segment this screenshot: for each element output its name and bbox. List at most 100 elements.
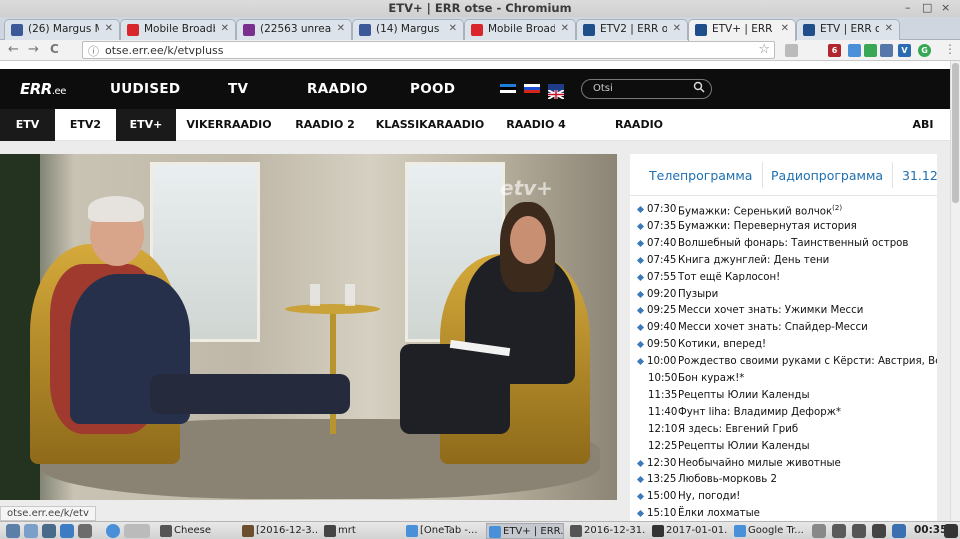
nav-raadio[interactable]: RAADIO — [307, 81, 368, 97]
schedule-title[interactable]: Любовь-морковь 2 — [678, 474, 777, 485]
browser-tab[interactable]: (14) Margus M ✕ — [352, 19, 464, 40]
subnav-abi[interactable]: ABI — [904, 109, 942, 141]
tray-icon[interactable] — [832, 524, 846, 538]
launcher-icon[interactable] — [78, 524, 92, 538]
schedule-row[interactable]: 07:45 Книга джунглей: День тени — [630, 253, 937, 270]
uk-flag-icon[interactable] — [547, 84, 565, 100]
schedule-title[interactable]: Рецепты Юлии Календы — [678, 390, 809, 401]
site-info-icon[interactable]: ⓘ — [88, 43, 99, 59]
close-tab-icon[interactable]: ✕ — [449, 23, 457, 34]
schedule-row[interactable]: 10:50 Бон кураж!* — [630, 371, 937, 388]
schedule-row[interactable]: 09:40 Месси хочет знать: Спайдер-Месси — [630, 320, 937, 337]
search-input[interactable]: Otsi — [581, 79, 712, 99]
page-scrollbar[interactable] — [950, 61, 960, 521]
schedule-row[interactable]: 09:25 Месси хочет знать: Ужимки Месси — [630, 303, 937, 320]
close-tab-icon[interactable]: ✕ — [781, 23, 789, 34]
subnav-vikerraadio[interactable]: VIKERRAADIO — [176, 109, 282, 141]
schedule-title[interactable]: Книга джунглей: День тени — [678, 255, 829, 266]
estonian-flag-icon[interactable] — [500, 84, 516, 93]
schedule-row[interactable]: 15:00 Ну, погоди! — [630, 489, 937, 506]
err-logo[interactable]: ERR.ee — [20, 80, 66, 98]
schedule-row[interactable]: 09:20 Пузыри — [630, 287, 937, 304]
tab-radio-program[interactable]: Радиопрограмма — [771, 168, 883, 183]
subnav-raadio4[interactable]: RAADIO 4 — [500, 109, 572, 141]
browser-tab-active[interactable]: ETV+ | ERR o ✕ — [688, 19, 796, 41]
close-tab-icon[interactable]: ✕ — [337, 23, 345, 34]
scrollbar-thumb[interactable] — [952, 63, 959, 203]
schedule-row[interactable]: 12:30 Необычайно милые животные — [630, 456, 937, 473]
ublock-icon[interactable]: 6 — [828, 44, 841, 57]
schedule-row[interactable]: 11:35 Рецепты Юлии Календы — [630, 388, 937, 405]
tray-icon[interactable] — [852, 524, 866, 538]
schedule-title[interactable]: Фунт liha: Владимир Дефорж* — [678, 407, 841, 418]
schedule-row[interactable]: 07:30 Бумажки: Серенький волчок(2) — [630, 202, 937, 219]
schedule-row[interactable]: 11:40 Фунт liha: Владимир Дефорж* — [630, 405, 937, 422]
schedule-title[interactable]: Волшебный фонарь: Таинственный остров — [678, 238, 908, 249]
browser-tab[interactable]: ETV2 | ERR ots ✕ — [576, 19, 688, 40]
schedule-title[interactable]: Бон кураж!* — [678, 373, 744, 384]
nav-tv[interactable]: TV — [228, 81, 248, 97]
close-tab-icon[interactable]: ✕ — [105, 23, 113, 34]
schedule-title[interactable]: Месси хочет знать: Спайдер-Месси — [678, 322, 868, 333]
subnav-etv[interactable]: ETV — [0, 109, 55, 141]
tab-tv-program[interactable]: Телепрограмма — [649, 168, 752, 183]
tray-icon[interactable] — [892, 524, 906, 538]
reload-button[interactable]: C — [50, 42, 59, 56]
schedule-row[interactable]: 12:10 Я здесь: Евгений Гриб — [630, 422, 937, 439]
taskbar-window-button[interactable]: 2016-12-31... — [568, 523, 646, 539]
extension-icon[interactable] — [785, 44, 798, 57]
extension-icon[interactable] — [864, 44, 877, 57]
browser-tab[interactable]: Mobile Broadba ✕ — [120, 19, 236, 40]
close-tab-icon[interactable]: ✕ — [221, 23, 229, 34]
schedule-title[interactable]: Я здесь: Евгений Гриб — [678, 424, 798, 435]
taskbar-window-button[interactable]: ETV+ | ERR... — [486, 523, 564, 539]
schedule-row[interactable]: 10:00 Рождество своими руками с Кёрсти: А… — [630, 354, 937, 371]
subnav-klassikaraadio[interactable]: KLASSIKARAADIO — [375, 109, 485, 141]
schedule-title[interactable]: Необычайно милые животные — [678, 458, 841, 469]
schedule-title[interactable]: Бумажки: Серенький волчок(2) — [678, 204, 842, 217]
schedule-row[interactable]: 13:25 Любовь-морковь 2 — [630, 472, 937, 489]
schedule-title[interactable]: Тот ещё Карлосон! — [678, 272, 780, 283]
subnav-raadio-tallinn[interactable]: RAADIO TALLINN — [588, 109, 690, 163]
schedule-title[interactable]: Ну, погоди! — [678, 491, 740, 502]
address-bar[interactable]: ⓘ otse.err.ee/k/etvpluss ☆ — [82, 41, 775, 59]
schedule-title[interactable]: Пузыри — [678, 289, 718, 300]
schedule-row[interactable]: 12:25 Рецепты Юлии Календы — [630, 439, 937, 456]
search-icon[interactable] — [693, 81, 705, 96]
show-desktop-icon[interactable] — [944, 524, 958, 538]
taskbar-window-button[interactable]: Google Tr... — [732, 523, 808, 539]
browser-menu-icon[interactable]: ⋮ — [944, 42, 956, 56]
subnav-etv2[interactable]: ETV2 — [55, 109, 116, 141]
launcher-icon[interactable] — [124, 524, 150, 538]
browser-tab[interactable]: Mobile Broadba ✕ — [464, 19, 576, 40]
launcher-icon[interactable] — [6, 524, 20, 538]
schedule-row[interactable]: 07:40 Волшебный фонарь: Таинственный остр… — [630, 236, 937, 253]
extension-icon[interactable] — [848, 44, 861, 57]
nav-uudised[interactable]: UUDISED — [110, 81, 180, 97]
taskbar-window-button[interactable]: mrt — [322, 523, 400, 539]
maximize-button[interactable]: □ — [922, 1, 932, 14]
browser-tab[interactable]: ETV | ERR ots ✕ — [796, 19, 900, 40]
tab-date[interactable]: 31.12 — [902, 168, 938, 183]
taskbar-window-button[interactable]: 2017-01-01... — [650, 523, 728, 539]
close-tab-icon[interactable]: ✕ — [561, 23, 569, 34]
extension-icon[interactable] — [880, 44, 893, 57]
browser-tab[interactable]: (22563 unread) ✕ — [236, 19, 352, 40]
chromium-launcher-icon[interactable] — [106, 524, 120, 538]
taskbar-window-button[interactable]: Cheese — [158, 523, 236, 539]
close-tab-icon[interactable]: ✕ — [673, 23, 681, 34]
schedule-title[interactable]: Рождество своими руками с Кёрсти: Австри… — [678, 356, 937, 367]
schedule-row[interactable]: 07:55 Тот ещё Карлосон! — [630, 270, 937, 287]
schedule-row[interactable]: 07:35 Бумажки: Перевернутая история — [630, 219, 937, 236]
schedule-title[interactable]: Бумажки: Перевернутая история — [678, 221, 857, 232]
clock[interactable]: 00:35 — [914, 524, 947, 536]
url-text[interactable]: otse.err.ee/k/etvpluss — [105, 44, 224, 57]
vpn-extension-icon[interactable]: V — [898, 44, 911, 57]
bookmark-star-icon[interactable]: ☆ — [758, 42, 770, 57]
nav-pood[interactable]: POOD — [410, 81, 455, 97]
schedule-title[interactable]: Котики, вперед! — [678, 339, 766, 350]
browser-tab[interactable]: (26) Margus M ✕ — [4, 19, 120, 40]
launcher-icon[interactable] — [24, 524, 38, 538]
minimize-button[interactable]: – — [905, 1, 911, 14]
schedule-title[interactable]: Ёлки лохматые — [678, 508, 760, 519]
